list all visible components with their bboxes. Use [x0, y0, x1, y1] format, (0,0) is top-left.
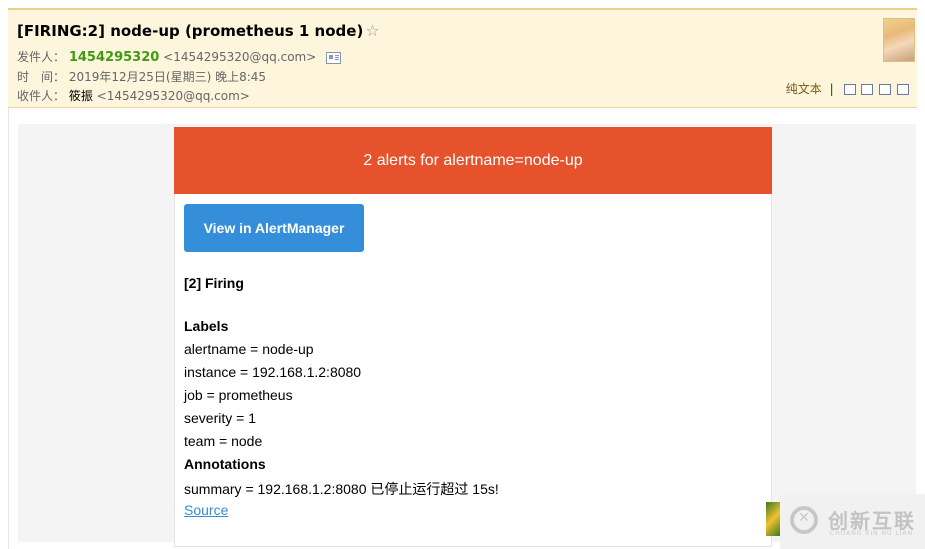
time-value: 2019年12月25日(星期三) 晚上8:45 — [68, 70, 267, 84]
time-row: 时 间： 2019年12月25日(星期三) 晚上8:45 — [17, 68, 266, 85]
sender-row: 发件人： 1454295320 <1454295320@qq.com> — [17, 48, 342, 65]
annotation-summary: summary = 192.168.1.2:8080 已停止运行超过 15s! — [184, 481, 499, 497]
label-severity: severity = 1 — [184, 410, 256, 426]
recipient-name[interactable]: 筱振 — [69, 89, 93, 103]
label-job: job = prometheus — [184, 387, 293, 403]
annotations-heading: Annotations — [184, 456, 266, 472]
print-icon[interactable] — [897, 84, 909, 95]
label-instance: instance = 192.168.1.2:8080 — [184, 364, 362, 380]
source-link[interactable]: Source — [184, 502, 228, 518]
labels-heading: Labels — [184, 318, 229, 334]
recipient-row: 收件人： 筱振 <1454295320@qq.com> — [17, 87, 250, 104]
watermark-subtext: CHUANG XIN HU LIAN — [830, 530, 914, 537]
recipient-address: <1454295320@qq.com> — [96, 89, 250, 103]
email-header: [FIRING:2] node-up (prometheus 1 node) ☆ … — [8, 8, 917, 108]
download-icon[interactable] — [879, 84, 892, 95]
label-team: team = node — [184, 433, 263, 449]
plain-text-button[interactable]: 纯文本 — [786, 82, 822, 96]
recipient-label: 收件人： — [17, 89, 66, 103]
print-preview-icon[interactable] — [861, 84, 874, 95]
alert-banner: 2 alerts for alertname=node-up — [174, 127, 772, 194]
sender-name[interactable]: 1454295320 — [69, 50, 159, 65]
toolbar-separator: | — [829, 82, 834, 96]
time-label: 时 间： — [17, 70, 66, 84]
contact-card-icon[interactable] — [326, 51, 342, 64]
email-subject: [FIRING:2] node-up (prometheus 1 node) ☆ — [17, 21, 380, 40]
watermark-logo-icon — [790, 506, 818, 534]
new-window-icon[interactable] — [843, 84, 856, 95]
star-outline-icon[interactable]: ☆ — [365, 21, 379, 40]
watermark: 创新互联 CHUANG XIN HU LIAN — [780, 494, 925, 549]
subject-text: [FIRING:2] node-up (prometheus 1 node) — [17, 22, 364, 40]
sender-avatar — [883, 18, 915, 62]
view-in-alertmanager-button[interactable]: View in AlertManager — [184, 204, 364, 252]
firing-heading: [2] Firing — [184, 275, 244, 291]
mail-toolbar: 纯文本 | — [786, 80, 909, 97]
sender-label: 发件人： — [17, 50, 66, 64]
ad-thumbnail[interactable] — [766, 502, 780, 536]
label-alertname: alertname = node-up — [184, 341, 314, 357]
sender-address: <1454295320@qq.com> — [163, 50, 317, 64]
